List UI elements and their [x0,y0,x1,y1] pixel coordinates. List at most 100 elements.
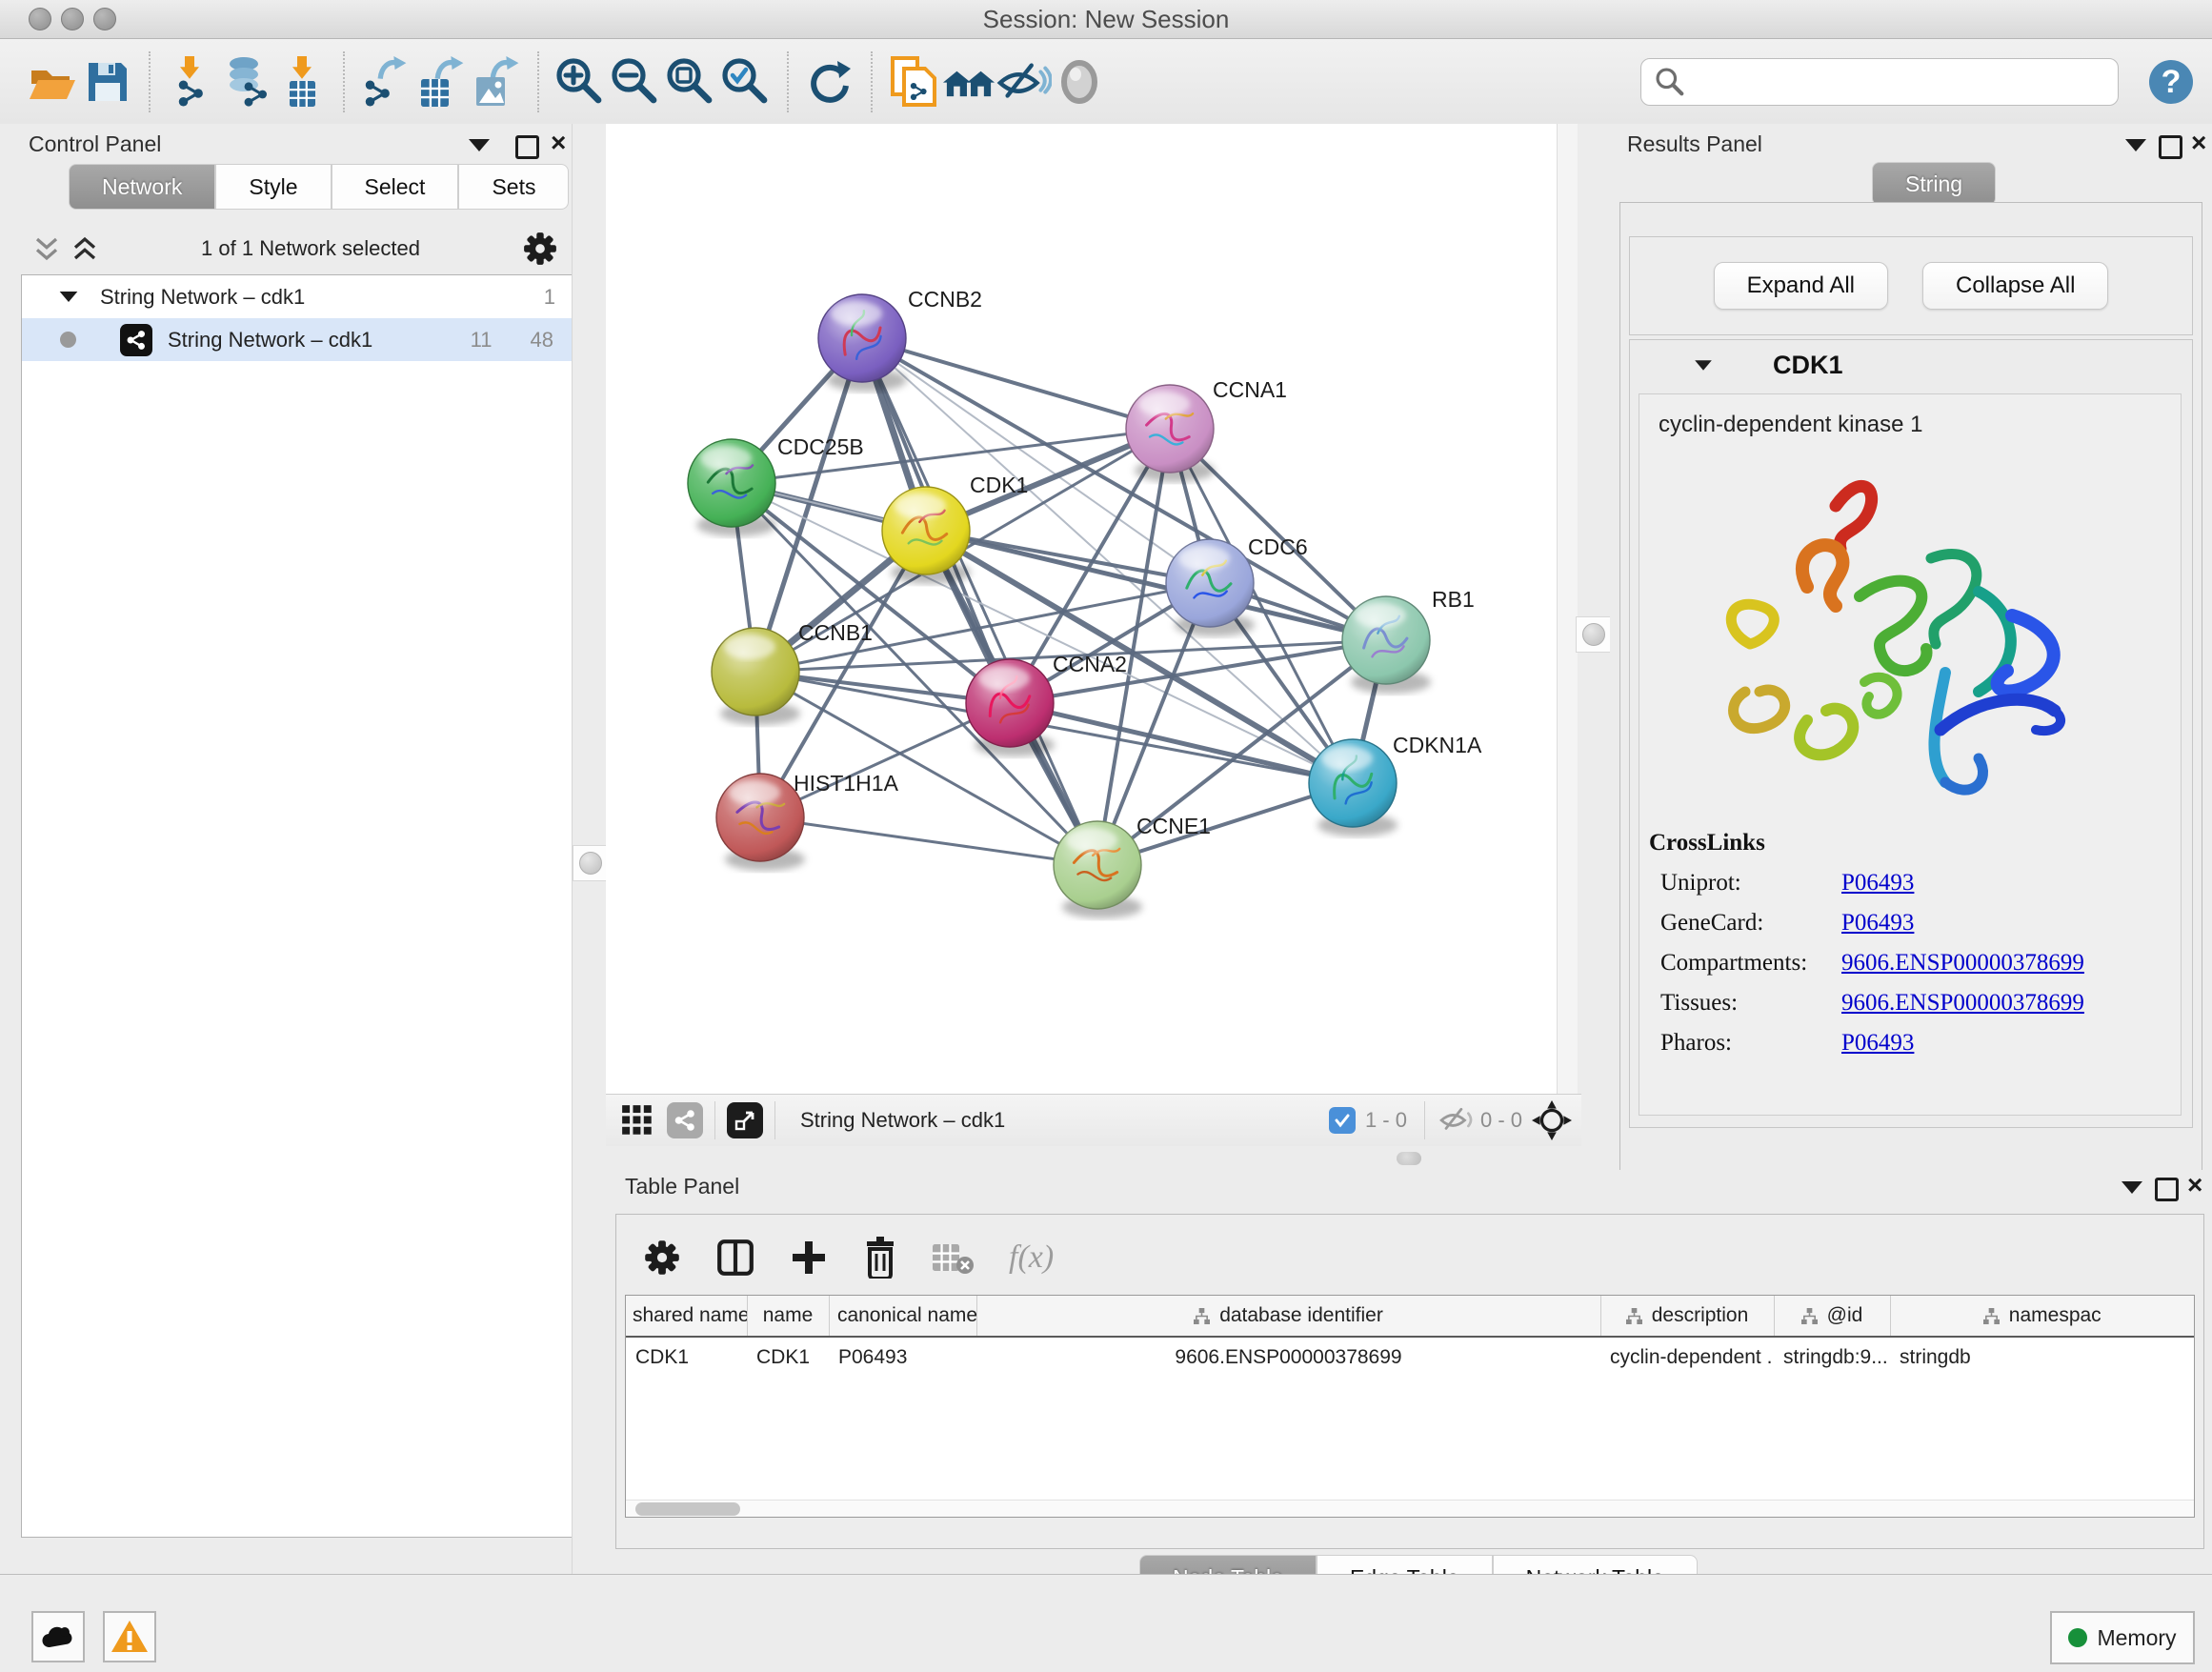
table-horizontal-scrollbar[interactable] [626,1500,2194,1518]
cell-description[interactable]: cyclin-dependent ... [1600,1337,1774,1378]
crosslinks-heading: CrossLinks [1649,830,2181,856]
crosslink-tissues-link[interactable]: 9606.ENSP00000378699 [1841,990,2084,1017]
zoom-selected-button[interactable] [718,52,774,111]
zoom-out-button[interactable] [608,52,663,111]
horizontal-splitter-handle[interactable] [1397,1152,1421,1165]
function-builder-icon[interactable]: f(x) [1009,1239,1054,1276]
selected-checkbox-icon[interactable] [1329,1107,1356,1134]
column-header[interactable]: shared name [626,1296,747,1337]
canvas-vertical-scrollbar[interactable] [1557,124,1579,1094]
open-in-window-icon[interactable] [727,1102,763,1138]
cell-canonical-name[interactable]: P06493 [829,1337,976,1378]
cell-id[interactable]: stringdb:9... [1774,1337,1890,1378]
gene-header-row[interactable]: CDK1 [1630,340,2192,390]
node-label-CDK1: CDK1 [970,473,1028,497]
zoom-in-button[interactable] [553,52,608,111]
network-edge-CCNA2-CDKN1A[interactable] [1010,703,1353,783]
clone-network-button[interactable] [886,52,941,111]
fit-crosshair-icon[interactable] [1532,1100,1572,1140]
expand-all-button[interactable]: Expand All [1714,262,1888,310]
column-header[interactable]: @id [1774,1296,1890,1337]
delete-table-icon[interactable] [933,1240,975,1275]
memory-button[interactable]: Memory [2050,1611,2195,1664]
left-splitter-handle[interactable] [573,845,609,881]
share-view-icon[interactable] [667,1102,703,1138]
crosslink-label: Tissues: [1660,990,1841,1017]
import-network-icon [167,56,216,108]
export-image-button[interactable] [469,52,524,111]
crosslink-compartments-link[interactable]: 9606.ENSP00000378699 [1841,950,2084,977]
table-scrollbar-thumb[interactable] [635,1502,740,1516]
warnings-button[interactable] [103,1611,156,1662]
column-header[interactable]: description [1600,1296,1774,1337]
table-row[interactable]: CDK1 CDK1 P06493 9606.ENSP00000378699 cy… [626,1337,2194,1378]
import-network-database-button[interactable] [219,52,274,111]
export-image-icon [471,56,522,108]
network-canvas[interactable]: CCNB2CCNA1CDC25BCDK1CDC6RB1CCNB1CCNA2CDK… [606,124,1581,1094]
network-label: String Network – cdk1 [168,328,471,353]
cell-name[interactable]: CDK1 [747,1337,829,1378]
tab-select[interactable]: Select [332,164,459,210]
control-panel-float-button[interactable] [515,135,539,164]
table-panel-close-button[interactable]: × [2187,1176,2202,1194]
import-table-button[interactable] [274,52,330,111]
tab-network[interactable]: Network [69,164,215,210]
show-graphics-details-button[interactable] [1052,52,1107,111]
hide-show-graphics-button[interactable] [996,52,1052,111]
tab-style[interactable]: Style [215,164,331,210]
node-label-CDKN1A: CDKN1A [1393,733,1482,757]
export-network-button[interactable] [358,52,413,111]
results-panel-close-button[interactable]: × [2191,133,2206,151]
network-view-toolbar: String Network – cdk1 1 - 0 0 - 0 [606,1094,1581,1147]
home-layout-button[interactable] [941,52,996,111]
table-gear-icon[interactable] [643,1239,681,1277]
hidden-eye-icon[interactable] [1437,1104,1475,1137]
crosslink-row: GeneCard: P06493 [1660,910,2181,937]
results-panel-menu-button[interactable] [2125,139,2146,156]
tab-string[interactable]: String [1872,162,1996,206]
collection-expand-icon[interactable] [60,292,78,302]
control-panel-close-button[interactable]: × [551,133,566,151]
export-table-button[interactable] [413,52,469,111]
toolbar-search-field[interactable] [1640,58,2119,106]
table-panel-menu-button[interactable] [2122,1181,2142,1199]
left-splitter[interactable] [572,124,608,1574]
open-session-button[interactable] [25,52,80,111]
crosslink-uniprot-link[interactable]: P06493 [1841,870,1914,896]
control-panel-menu-button[interactable] [469,139,490,156]
add-column-icon[interactable] [790,1239,828,1277]
crosslink-pharos-link[interactable]: P06493 [1841,1030,1914,1057]
right-splitter-handle[interactable] [1576,616,1612,653]
cell-shared-name[interactable]: CDK1 [626,1337,747,1378]
gene-collapse-icon[interactable] [1695,360,1712,370]
cloud-status-button[interactable] [31,1611,85,1662]
save-session-button[interactable] [80,52,135,111]
column-header[interactable]: canonical name [829,1296,976,1337]
refresh-view-button[interactable] [802,52,857,111]
help-button[interactable]: ? [2147,58,2195,111]
column-header[interactable]: database identifier [976,1296,1600,1337]
expand-all-icon[interactable] [70,234,99,263]
column-header[interactable]: namespac [1890,1296,2194,1337]
birdseye-grid-icon[interactable] [621,1104,654,1137]
cell-database-identifier[interactable]: 9606.ENSP00000378699 [976,1337,1600,1378]
network-collection-row[interactable]: String Network – cdk1 1 [22,275,573,318]
network-edge-HIST1H1A-CCNE1[interactable] [760,817,1097,865]
tab-sets[interactable]: Sets [458,164,569,210]
table-panel-float-button[interactable] [2155,1178,2179,1206]
zoom-fit-button[interactable] [663,52,718,111]
show-columns-icon[interactable] [715,1238,755,1278]
import-network-file-button[interactable] [164,52,219,111]
delete-column-icon[interactable] [862,1237,898,1279]
search-input[interactable] [1695,62,2118,102]
network-row[interactable]: String Network – cdk1 11 48 [22,318,573,361]
collapse-all-icon[interactable] [32,234,61,263]
right-splitter[interactable] [1578,124,1611,1153]
crosslink-genecard-link[interactable]: P06493 [1841,910,1914,937]
collapse-all-button[interactable]: Collapse All [1922,262,2108,310]
network-edge-CCNB2-CCNA1[interactable] [862,338,1170,429]
cell-namespace[interactable]: stringdb [1890,1337,2194,1378]
column-header[interactable]: name [747,1296,829,1337]
results-panel-float-button[interactable] [2159,135,2182,164]
network-options-gear-icon[interactable] [522,231,558,267]
